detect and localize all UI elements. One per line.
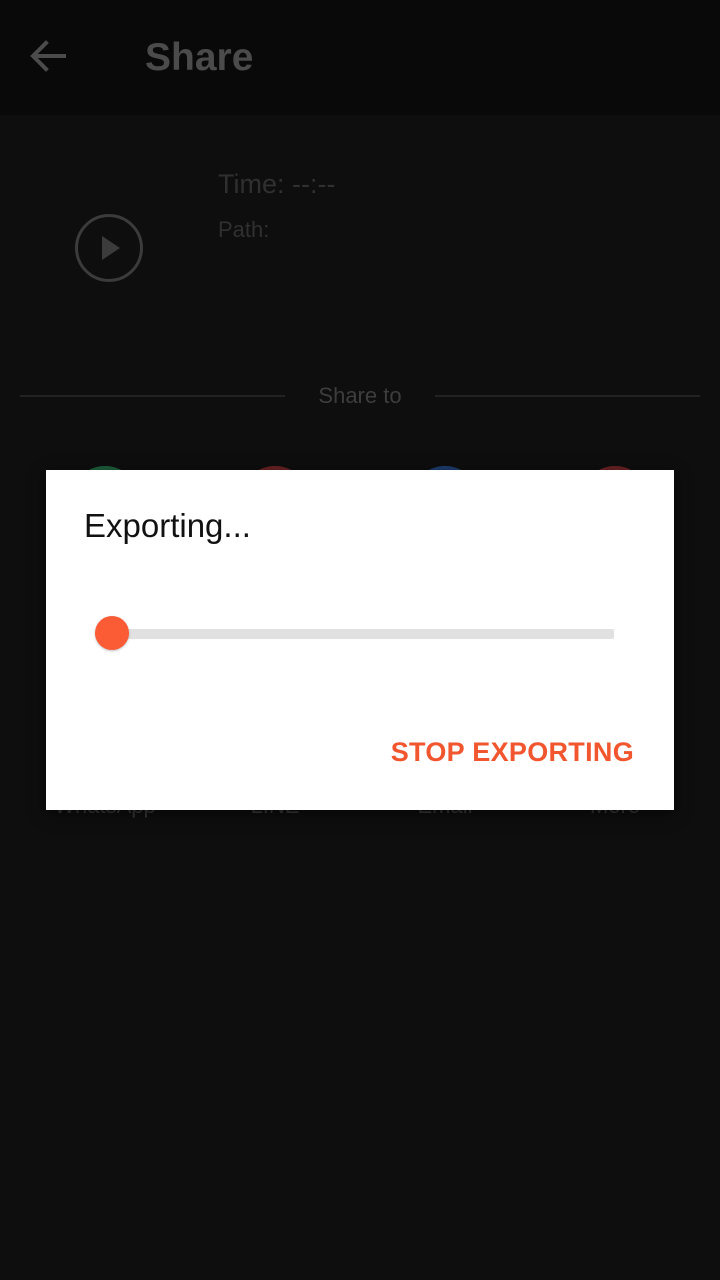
divider <box>435 395 700 397</box>
share-screen: Share Time: --:-- Path: Share to WhatsAp… <box>0 0 720 1280</box>
app-bar: Share <box>0 0 720 115</box>
dialog-title: Exporting... <box>84 507 251 544</box>
export-dialog: Exporting... STOP EXPORTING <box>46 470 674 810</box>
duration-label: Time: --:-- <box>218 169 336 199</box>
progress-track <box>110 629 614 639</box>
share-to-label: Share to <box>318 383 402 408</box>
play-button[interactable] <box>75 214 143 282</box>
stop-exporting-button[interactable]: STOP EXPORTING <box>391 732 634 772</box>
play-icon <box>102 236 120 260</box>
divider <box>20 395 285 397</box>
arrow-left-icon <box>30 40 66 72</box>
page-title: Share <box>145 36 254 79</box>
back-button[interactable] <box>24 32 72 80</box>
progress-thumb[interactable] <box>95 616 129 650</box>
path-label: Path: <box>218 217 270 242</box>
